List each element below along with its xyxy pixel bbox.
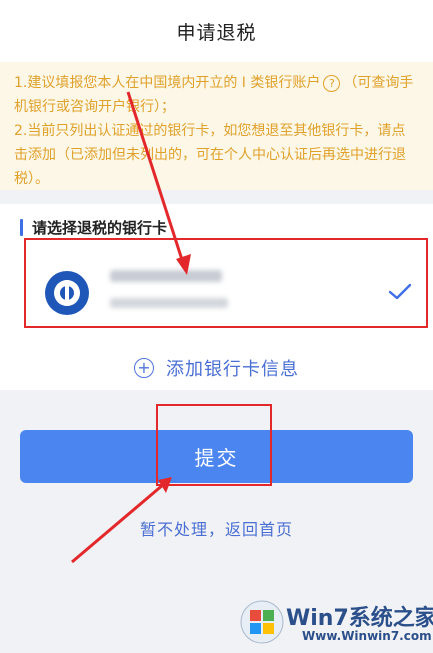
- page-title: 申请退税: [176, 21, 257, 44]
- notice-line-2: 2.当前只列出认证通过的银行卡，如您想退至其他银行卡，请点击添加（已添加但未列出…: [14, 123, 406, 187]
- annotation-box-bank-card: [24, 238, 428, 328]
- section-title-label: 请选择退税的银行卡: [32, 218, 168, 237]
- watermark: Win7系统之家 Www.Winwin7.com: [240, 596, 433, 650]
- watermark-brand: Win7系统之家: [286, 606, 433, 631]
- notice-box: 1.建议填报您本人在中国境内开立的 I 类银行账户? （可查询手机银行或咨询开户银…: [0, 62, 433, 190]
- page-header: 申请退税: [0, 0, 433, 63]
- add-bank-card-button[interactable]: + 添加银行卡信息: [0, 350, 433, 386]
- plus-circle-icon: +: [134, 358, 154, 378]
- add-bank-card-label: 添加银行卡信息: [166, 359, 299, 380]
- back-home-link[interactable]: 暂不处理，返回首页: [0, 516, 433, 540]
- windows-logo-icon: [240, 600, 284, 644]
- notice-line-1: 1.建议填报您本人在中国境内开立的 I 类银行账户? （可查询手机银行或咨询开户银…: [14, 71, 419, 119]
- annotation-box-submit: [156, 404, 272, 486]
- section-title: 请选择退税的银行卡: [20, 216, 167, 238]
- watermark-url: Www.Winwin7.com: [302, 629, 432, 643]
- help-icon[interactable]: ?: [323, 74, 341, 92]
- section-title-bar: [20, 218, 23, 236]
- notice-line-1-text: 1.建议填报您本人在中国境内开立的 I 类银行账户: [14, 75, 321, 91]
